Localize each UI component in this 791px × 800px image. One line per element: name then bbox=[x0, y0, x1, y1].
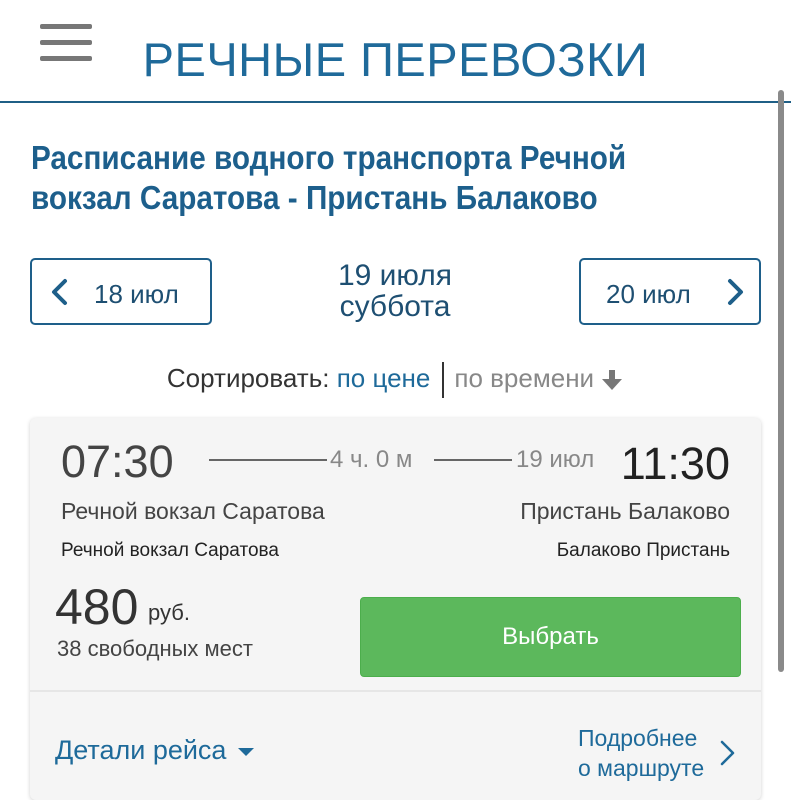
current-date: 19 июля суббота bbox=[295, 260, 495, 322]
sort-divider bbox=[442, 362, 445, 398]
trip-card: 07:30 4 ч. 0 м 19 июл 11:30 Речной вокза… bbox=[30, 418, 761, 800]
chevron-right-icon[interactable] bbox=[718, 740, 736, 766]
trip-duration: 4 ч. 0 м bbox=[330, 446, 413, 473]
available-seats: 38 свободных мест bbox=[57, 636, 253, 661]
sort-bar: Сортировать: по цене по времени bbox=[0, 362, 791, 398]
caret-down-icon bbox=[238, 747, 255, 756]
prev-date-label: 18 июл bbox=[94, 279, 179, 309]
current-date-weekday: суббота bbox=[339, 290, 451, 323]
chevron-left-icon bbox=[52, 279, 67, 305]
trip-details-toggle[interactable]: Детали рейса bbox=[55, 735, 255, 766]
departure-station: Речной вокзал Саратова bbox=[61, 498, 325, 524]
arrival-date: 19 июл bbox=[516, 446, 595, 473]
ticket-price: 480 bbox=[55, 579, 139, 635]
next-date-label: 20 июл bbox=[606, 279, 691, 309]
price-currency: руб. bbox=[148, 600, 190, 625]
arrival-time: 11:30 bbox=[620, 438, 730, 489]
trip-details-label: Детали рейса bbox=[55, 735, 227, 765]
page-title: Расписание водного транспорта Речной вок… bbox=[31, 139, 627, 216]
current-date-day: 19 июля bbox=[337, 259, 453, 292]
next-date-button[interactable]: 20 июл bbox=[579, 258, 761, 325]
sort-by-time-link[interactable]: по времени bbox=[454, 363, 594, 393]
sort-label: Сортировать: bbox=[166, 362, 330, 393]
route-details-line1: Подробнее bbox=[578, 725, 698, 751]
arrow-down-icon bbox=[602, 370, 623, 390]
chevron-right-icon bbox=[728, 279, 743, 305]
duration-line-right bbox=[434, 459, 512, 461]
sort-by-price-link[interactable]: по цене bbox=[337, 363, 431, 393]
choose-button[interactable]: Выбрать bbox=[360, 597, 741, 677]
arrival-station: Пристань Балаково bbox=[520, 498, 730, 524]
duration-line-left bbox=[209, 459, 327, 461]
departure-pier: Речной вокзал Саратова bbox=[61, 540, 279, 561]
app-title: РЕЧНЫЕ ПЕРЕВОЗКИ bbox=[142, 33, 649, 86]
card-divider bbox=[30, 690, 761, 692]
arrival-pier: Балаково Пристань bbox=[556, 540, 730, 561]
departure-time: 07:30 bbox=[61, 436, 174, 487]
route-details-line2: о маршруте bbox=[578, 755, 705, 781]
prev-date-button[interactable]: 18 июл bbox=[30, 258, 212, 325]
app-header: РЕЧНЫЕ ПЕРЕВОЗКИ bbox=[0, 0, 791, 103]
route-details-link[interactable]: Подробнее о маршруте bbox=[578, 723, 704, 783]
